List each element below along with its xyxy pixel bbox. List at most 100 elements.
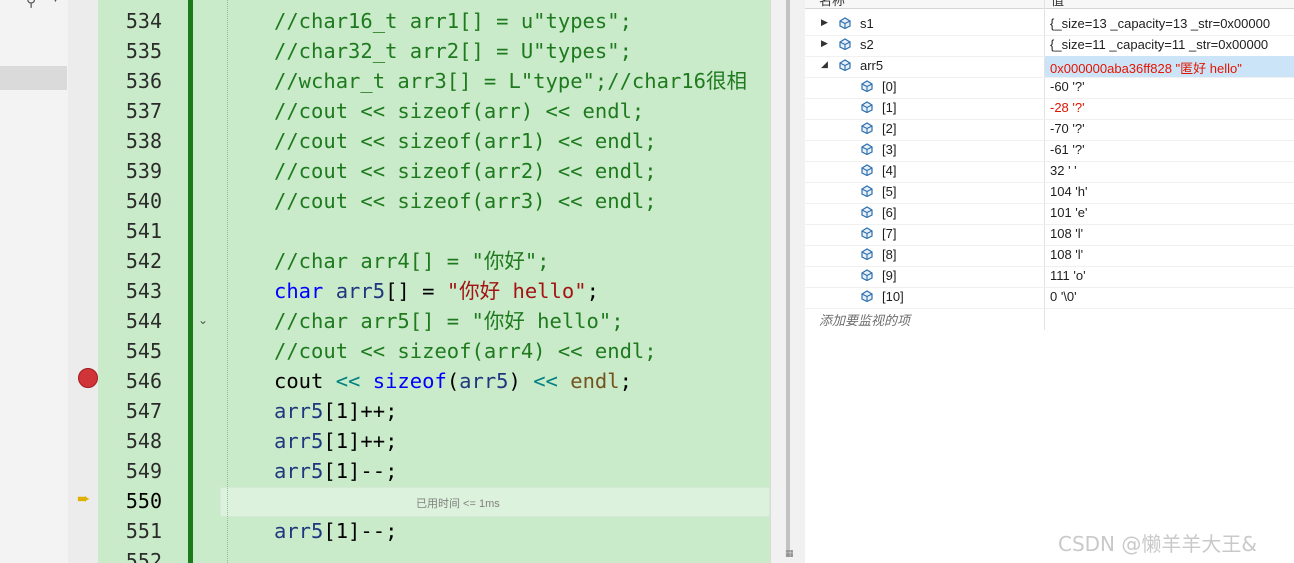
watch-name[interactable]: [4] bbox=[882, 163, 896, 178]
watch-value-cell[interactable]: 0 '\0' bbox=[1045, 287, 1294, 308]
watch-value[interactable]: 111 'o' bbox=[1050, 268, 1294, 283]
perf-tip-elapsed[interactable]: 已用时间 <= 1ms bbox=[416, 495, 500, 511]
watch-value-cell[interactable]: 0x000000aba36ff828 "匿好 hello" bbox=[1045, 56, 1294, 77]
watch-value[interactable]: 108 'l' bbox=[1050, 247, 1294, 262]
editor-scrollbar-thumb[interactable] bbox=[786, 0, 790, 550]
code-text[interactable]: arr5[1]++; bbox=[274, 396, 397, 426]
watch-value[interactable]: {_size=11 _capacity=11 _str=0x00000 bbox=[1050, 37, 1294, 52]
watch-row[interactable]: [8] 108 'l' bbox=[805, 245, 1294, 267]
watch-value-cell[interactable]: 32 ' ' bbox=[1045, 161, 1294, 182]
code-text[interactable]: //char16_t arr1[] = u"types"; bbox=[274, 6, 632, 36]
watch-row[interactable]: [2] -70 '?' bbox=[805, 119, 1294, 141]
watch-row[interactable]: [9] 111 'o' bbox=[805, 266, 1294, 288]
code-text[interactable]: arr5[1]--; bbox=[274, 516, 397, 546]
watch-name[interactable]: [6] bbox=[882, 205, 896, 220]
watch-value-cell[interactable]: 101 'e' bbox=[1045, 203, 1294, 224]
watch-value[interactable]: 101 'e' bbox=[1050, 205, 1294, 220]
watch-name[interactable]: arr5 bbox=[860, 58, 883, 73]
watch-value-cell[interactable]: 104 'h' bbox=[1045, 182, 1294, 203]
watch-value-cell[interactable]: -28 '?' bbox=[1045, 98, 1294, 119]
watch-name[interactable]: [1] bbox=[882, 100, 896, 115]
watch-value-cell[interactable]: {_size=13 _capacity=13 _str=0x00000 bbox=[1045, 14, 1294, 35]
watch-name[interactable]: [5] bbox=[882, 184, 896, 199]
watch-value[interactable]: {_size=13 _capacity=13 _str=0x00000 bbox=[1050, 16, 1294, 31]
code-text[interactable]: arr5[1]--; bbox=[274, 456, 397, 486]
watch-value-cell[interactable]: 111 'o' bbox=[1045, 266, 1294, 287]
code-line[interactable]: 551 arr5[1]--; bbox=[98, 516, 770, 546]
watch-value[interactable]: 108 'l' bbox=[1050, 226, 1294, 241]
code-text[interactable]: //cout << sizeof(arr1) << endl; bbox=[274, 126, 657, 156]
code-line[interactable]: 542 //char arr4[] = "你好"; bbox=[98, 246, 770, 276]
watch-value[interactable]: -61 '?' bbox=[1050, 142, 1294, 157]
expand-arrow-icon[interactable]: ▶ bbox=[821, 17, 828, 28]
watch-name[interactable]: [7] bbox=[882, 226, 896, 241]
code-line[interactable]: 546 cout << sizeof(arr5) << endl; bbox=[98, 366, 770, 396]
code-text[interactable]: //cout << sizeof(arr) << endl; bbox=[274, 96, 644, 126]
code-text[interactable]: //char32_t arr2[] = U"types"; bbox=[274, 36, 632, 66]
column-header-name[interactable]: 名称 bbox=[819, 0, 845, 9]
watch-row[interactable]: [7] 108 'l' bbox=[805, 224, 1294, 246]
watch-value[interactable]: 104 'h' bbox=[1050, 184, 1294, 199]
code-line[interactable]: 552 bbox=[98, 546, 770, 563]
watch-row[interactable]: [3] -61 '?' bbox=[805, 140, 1294, 162]
expand-arrow-icon[interactable]: ▶ bbox=[821, 38, 828, 49]
watch-name[interactable]: [10] bbox=[882, 289, 904, 304]
code-line[interactable]: 534 //char16_t arr1[] = u"types"; bbox=[98, 6, 770, 36]
watch-name[interactable]: [0] bbox=[882, 79, 896, 94]
watch-row[interactable]: [6] 101 'e' bbox=[805, 203, 1294, 225]
chevron-down-icon[interactable]: ▼ bbox=[52, 0, 59, 4]
watch-name[interactable]: [2] bbox=[882, 121, 896, 136]
watch-value[interactable]: 0x000000aba36ff828 "匿好 hello" bbox=[1050, 58, 1294, 77]
watch-value-cell[interactable]: 108 'l' bbox=[1045, 245, 1294, 266]
watch-name[interactable]: [9] bbox=[882, 268, 896, 283]
code-line[interactable]: 538 //cout << sizeof(arr1) << endl; bbox=[98, 126, 770, 156]
code-text[interactable]: //char arr4[] = "你好"; bbox=[274, 246, 550, 276]
watch-row[interactable]: ◢ arr5 0x000000aba36ff828 "匿好 hello" bbox=[805, 56, 1294, 78]
watch-value-cell[interactable]: -70 '?' bbox=[1045, 119, 1294, 140]
code-line[interactable]: 540 //cout << sizeof(arr3) << endl; bbox=[98, 186, 770, 216]
code-line[interactable]: 539 //cout << sizeof(arr2) << endl; bbox=[98, 156, 770, 186]
watch-name[interactable]: s2 bbox=[860, 37, 874, 52]
column-header-value[interactable]: 值 bbox=[1051, 0, 1064, 9]
code-line[interactable]: 537 //cout << sizeof(arr) << endl; bbox=[98, 96, 770, 126]
watch-value[interactable]: 32 ' ' bbox=[1050, 163, 1294, 178]
add-watch-item[interactable]: 添加要监视的项 bbox=[819, 310, 910, 329]
fold-chevron-icon[interactable]: ⌄ bbox=[198, 313, 208, 327]
code-line[interactable]: 545 //cout << sizeof(arr4) << endl; bbox=[98, 336, 770, 366]
code-line[interactable]: 548 arr5[1]++; bbox=[98, 426, 770, 456]
code-line[interactable]: 547 arr5[1]++; bbox=[98, 396, 770, 426]
watch-row[interactable]: ▶ s2 {_size=11 _capacity=11 _str=0x00000 bbox=[805, 35, 1294, 57]
code-line[interactable]: 549 arr5[1]--; bbox=[98, 456, 770, 486]
code-line[interactable]: 541 bbox=[98, 216, 770, 246]
code-editor[interactable]: 534 //char16_t arr1[] = u"types"; 535 //cha… bbox=[98, 0, 770, 563]
code-text[interactable]: char arr5[] = "你好 hello"; bbox=[274, 276, 599, 306]
code-text[interactable]: //cout << sizeof(arr3) << endl; bbox=[274, 186, 657, 216]
watch-value-cell[interactable]: {_size=11 _capacity=11 _str=0x00000 bbox=[1045, 35, 1294, 56]
code-line[interactable]: 535 //char32_t arr2[] = U"types"; bbox=[98, 36, 770, 66]
watch-value-cell[interactable]: -60 '?' bbox=[1045, 77, 1294, 98]
watch-row[interactable]: ▶ s1 {_size=13 _capacity=13 _str=0x00000 bbox=[805, 14, 1294, 36]
watch-value[interactable]: 0 '\0' bbox=[1050, 289, 1294, 304]
watch-value[interactable]: -70 '?' bbox=[1050, 121, 1294, 136]
code-text[interactable]: //char arr5[] = "你好 hello"; bbox=[274, 306, 624, 336]
watch-value[interactable]: -60 '?' bbox=[1050, 79, 1294, 94]
collapse-arrow-icon[interactable]: ◢ bbox=[821, 59, 828, 70]
watch-row[interactable]: [5] 104 'h' bbox=[805, 182, 1294, 204]
watch-row[interactable]: [1] -28 '?' bbox=[805, 98, 1294, 120]
search-icon[interactable]: ⚲ bbox=[26, 0, 48, 10]
watch-row[interactable]: [10] 0 '\0' bbox=[805, 287, 1294, 309]
watch-name[interactable]: [3] bbox=[882, 142, 896, 157]
selected-tree-item[interactable] bbox=[0, 66, 67, 90]
watch-row[interactable]: [0] -60 '?' bbox=[805, 77, 1294, 99]
glyph-margin[interactable] bbox=[68, 0, 98, 563]
watch-name[interactable]: [8] bbox=[882, 247, 896, 262]
breakpoint-icon[interactable] bbox=[78, 368, 98, 388]
code-text[interactable]: //cout << sizeof(arr4) << endl; bbox=[274, 336, 657, 366]
scrollbar-grip-icon[interactable]: ▦ bbox=[785, 549, 794, 559]
watch-value-cell[interactable]: -61 '?' bbox=[1045, 140, 1294, 161]
code-line[interactable]: 536 //wchar_t arr3[] = L"type";//char16很相 bbox=[98, 66, 770, 96]
watch-name[interactable]: s1 bbox=[860, 16, 874, 31]
code-text[interactable]: //cout << sizeof(arr2) << endl; bbox=[274, 156, 657, 186]
instruction-pointer-icon[interactable]: ➨ bbox=[77, 489, 90, 508]
watch-row[interactable]: [4] 32 ' ' bbox=[805, 161, 1294, 183]
